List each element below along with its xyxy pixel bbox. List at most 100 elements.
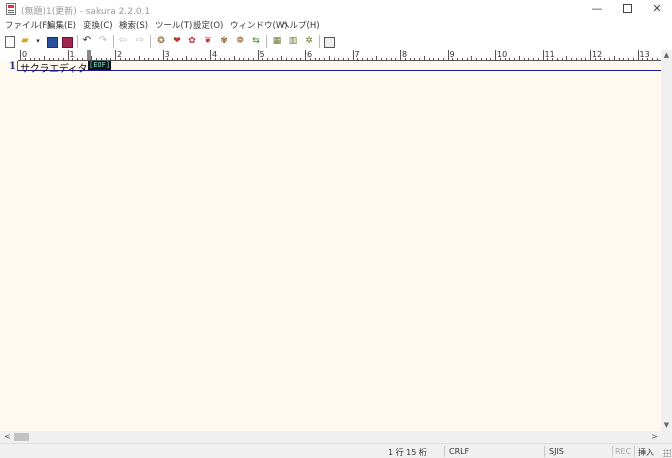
app-icon [6,3,16,15]
ruler-number: 6 [307,50,313,59]
ruler-number: 3 [164,50,170,59]
scroll-right-icon[interactable]: > [649,431,660,443]
compare-icon[interactable]: ✲ [303,35,315,47]
ruler-tick [571,58,572,60]
ruler-tick [129,58,131,60]
menu-edit[interactable]: 編集(E) [47,19,76,31]
status-separator [612,446,613,457]
ruler-tick [457,58,458,60]
find-next-icon[interactable]: ❤ [171,35,183,47]
ruler-tick [138,56,140,60]
bookmark-search-icon[interactable]: ✾ [218,35,230,47]
open-file-icon[interactable]: ▰ [19,35,31,47]
find-prev-icon[interactable]: ✿ [186,35,198,47]
dropdown-icon[interactable]: ▾ [32,35,44,47]
ruler-tick [134,58,135,60]
menu-settings[interactable]: 設定(O) [193,19,223,31]
menu-search[interactable]: 検索(S) [119,19,148,31]
ruler-tick [442,58,444,60]
ruler-tick [248,58,249,60]
resize-grip-icon[interactable] [663,449,671,457]
new-file-icon[interactable] [5,36,15,48]
ruler-tick [580,58,582,60]
tag-jump-icon[interactable]: ❁ [234,35,246,47]
horizontal-scroll-thumb[interactable] [14,433,29,441]
ruler-tick [143,58,145,60]
ruler-number: 11 [544,50,555,59]
ruler-tick [200,58,202,60]
ruler-tick [618,58,620,60]
view-mode-icon[interactable] [324,37,335,48]
text-line[interactable]: サクラエディタ [20,60,88,75]
grep-search-icon[interactable]: ⇆ [250,35,262,47]
scroll-left-icon[interactable]: < [2,431,13,443]
ruler-tick [96,58,97,60]
ruler-tick [423,56,425,60]
ruler-tick [518,56,520,60]
ruler-number: 2 [117,50,123,59]
ruler-tick [233,56,235,60]
ruler-tick [471,56,473,60]
ruler-tick [385,58,387,60]
toolbar-separator [319,35,320,48]
back-icon[interactable]: ⇦ [117,35,129,47]
horizontal-scrollbar[interactable]: < > [0,431,661,443]
ruler-tick [328,56,330,60]
save-icon[interactable] [47,37,58,48]
ruler-tick [476,58,477,60]
encoding[interactable]: SJIS [549,447,564,456]
ruler-tick [400,50,401,60]
undo-icon[interactable]: ↶ [81,35,93,47]
ruler-tick [371,58,373,60]
menu-convert[interactable]: 変換(C) [83,19,113,31]
ruler-tick [414,58,416,60]
ruler-tick [172,58,173,60]
menu-window[interactable]: ウィンドウ(W) [230,19,288,31]
ruler-tick [537,58,539,60]
ruler-tick [314,58,316,60]
insert-mode[interactable]: 挿入 [638,447,654,458]
close-button[interactable]: ✕ [642,0,672,18]
menu-file[interactable]: ファイル(F) [5,19,51,31]
ruler-tick [338,58,340,60]
ruler-tick [110,58,112,60]
forward-icon[interactable]: ⇨ [134,35,146,47]
toolbar: ▰ ▾ ↶ ↷ ⇦ ⇨ ❂ ❤ ✿ ❦ ✾ ❁ ⇆ ▦ ▥ ✲ [0,33,672,50]
ruler-tick [533,58,534,60]
editor-area[interactable] [0,61,661,431]
scroll-down-icon[interactable]: ▼ [661,420,672,431]
search-icon[interactable]: ❂ [155,35,167,47]
minimize-button[interactable]: — [582,0,612,18]
ruler-number: 0 [22,50,28,59]
ruler-tick [390,58,392,60]
vertical-scrollbar[interactable]: ▲ ▼ [661,50,672,431]
menu-help[interactable]: ヘルプ(H) [281,19,320,31]
ruler-tick [366,58,368,60]
scroll-up-icon[interactable]: ▲ [661,50,672,61]
grep-icon[interactable]: ▦ [271,35,283,47]
ruler-tick [157,58,159,60]
ruler-tick [238,58,240,60]
ruler-tick [628,58,629,60]
ruler-number: 12 [592,50,603,59]
ruler-tick [300,58,302,60]
ruler-tick [257,50,259,60]
grep-replace-icon[interactable]: ▥ [287,35,299,47]
line-ending[interactable]: CRLF [449,447,469,456]
ruler-tick [229,58,230,60]
ruler-tick [395,58,397,60]
menu-tools[interactable]: ツール(T) [155,19,192,31]
save-as-icon[interactable] [62,37,73,48]
ruler-tick [347,58,349,60]
replace-icon[interactable]: ❦ [202,35,214,47]
ruler-tick [566,56,568,60]
eof-marker: [EOF] [88,61,112,70]
ruler-tick [67,50,69,60]
ruler-tick [100,58,102,60]
ruler-tick [514,58,515,60]
ruler-tick [556,58,558,60]
ruler-tick [485,58,487,60]
maximize-button[interactable] [612,0,642,18]
ruler-tick [191,58,192,60]
redo-icon[interactable]: ↷ [97,35,109,47]
